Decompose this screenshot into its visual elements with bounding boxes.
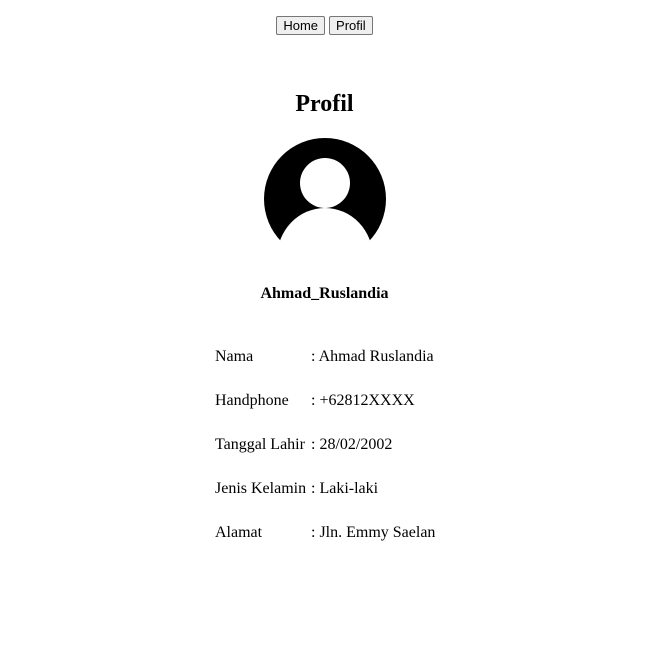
profil-button[interactable]: Profil — [329, 16, 373, 35]
info-label: Jenis Kelamin — [215, 480, 307, 497]
info-label: Nama — [215, 348, 254, 365]
info-row-alamat: Alamat : Jln. Emmy Saelan — [215, 523, 435, 567]
page-title: Profil — [295, 91, 354, 117]
info-value: : 28/02/2002 — [311, 436, 393, 453]
info-label: Tanggal Lahir — [215, 436, 305, 453]
info-label: Handphone — [215, 392, 289, 409]
info-value: : +62812XXXX — [311, 392, 415, 409]
username: Ahmad_Ruslandia — [260, 285, 389, 302]
user-avatar-icon — [263, 137, 387, 261]
profile-info: Nama : Ahmad Ruslandia Handphone : +62812X… — [215, 347, 435, 567]
info-row-handphone: Handphone : +62812XXXX — [215, 391, 435, 435]
top-nav: Home Profil — [0, 16, 649, 35]
info-value: : Laki-laki — [311, 480, 379, 497]
info-value: : Jln. Emmy Saelan — [311, 524, 436, 541]
info-row-nama: Nama : Ahmad Ruslandia — [215, 347, 435, 391]
home-button[interactable]: Home — [276, 16, 326, 35]
info-value: : Ahmad Ruslandia — [311, 348, 434, 365]
info-row-tanggal-lahir: Tanggal Lahir : 28/02/2002 — [215, 435, 435, 479]
info-row-jenis-kelamin: Jenis Kelamin: Laki-laki — [215, 479, 435, 523]
info-label: Alamat — [215, 524, 263, 541]
